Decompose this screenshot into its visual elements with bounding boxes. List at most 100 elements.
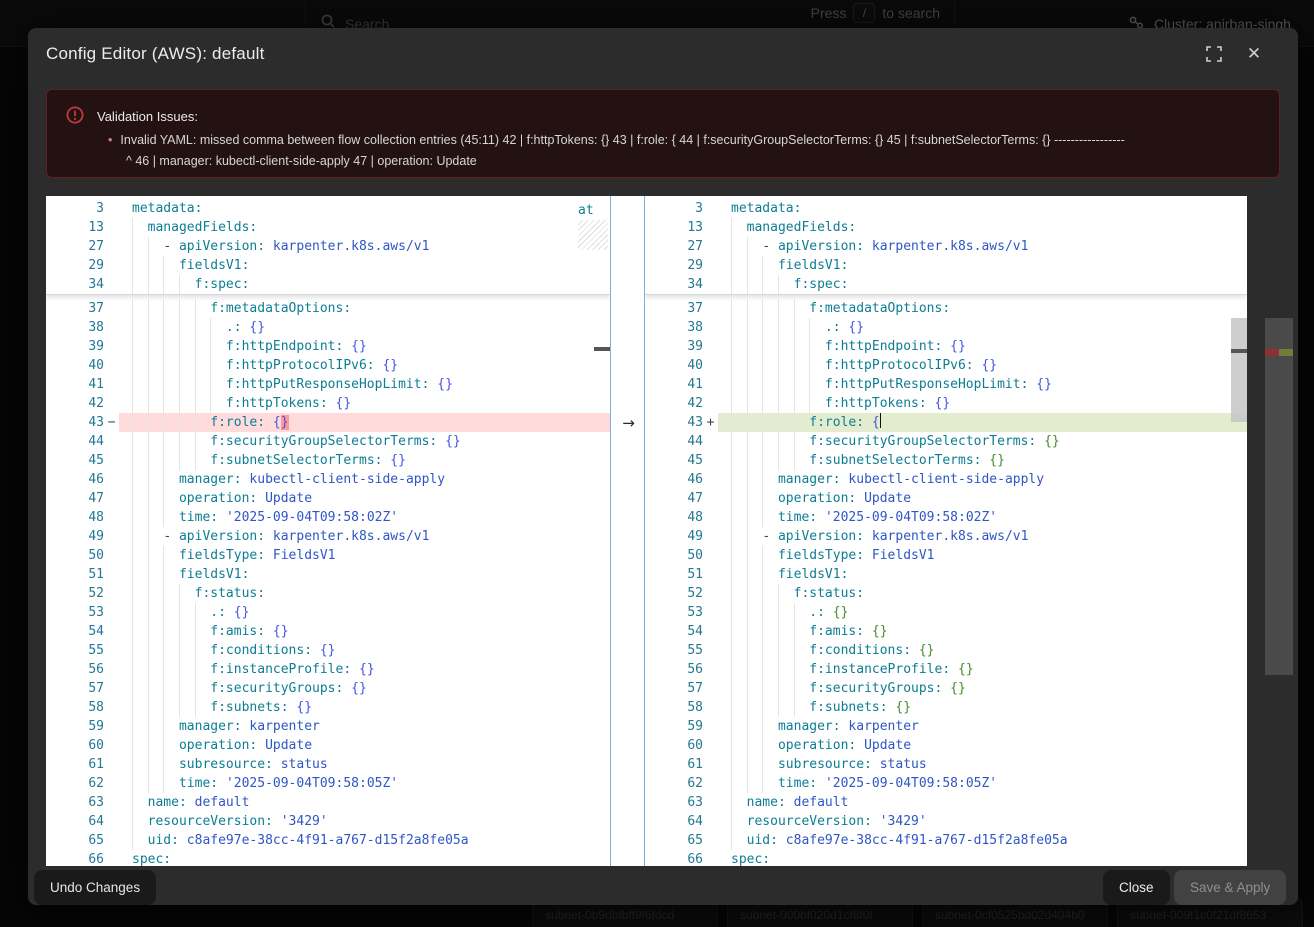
- revert-change-arrow[interactable]: →: [619, 413, 638, 432]
- overview-change-marker: [1231, 349, 1247, 353]
- indent-guide: [163, 413, 164, 432]
- indent-guide: [778, 356, 779, 375]
- indent-guide: [163, 256, 164, 275]
- indent-guide: [132, 218, 133, 237]
- indent-guide: [747, 470, 748, 489]
- right-editor-scrollbar[interactable]: [1231, 196, 1247, 866]
- left-editor-scrollbar[interactable]: [594, 196, 610, 866]
- code-line: 65 uid: c8afe97e-38cc-4f91-a767-d15f2a8f…: [46, 831, 610, 850]
- undo-changes-button[interactable]: Undo Changes: [34, 870, 156, 905]
- code-text: uid: c8afe97e-38cc-4f91-a767-d15f2a8fe05…: [718, 831, 1247, 850]
- diff-sign: [703, 432, 718, 451]
- indent-guide: [179, 299, 180, 318]
- diff-editor-modified[interactable]: 3metadata:13 managedFields:27 - apiVersi…: [645, 196, 1247, 866]
- yaml-value: kubectl-client-side-apply: [848, 472, 1044, 487]
- line-number: 38: [46, 318, 104, 337]
- indent-guide: [132, 679, 133, 698]
- yaml-value: '2025-09-04T09:58:02Z': [226, 510, 398, 525]
- indent-guide: [731, 603, 732, 622]
- code-line: 65 uid: c8afe97e-38cc-4f91-a767-d15f2a8f…: [645, 831, 1247, 850]
- indent-guide: [148, 432, 149, 451]
- yaml-value: Update: [864, 738, 911, 753]
- diff-sign: [703, 736, 718, 755]
- indent-guide: [778, 698, 779, 717]
- scrollbar-thumb[interactable]: [1231, 318, 1247, 422]
- indent-guide: [148, 337, 149, 356]
- diff-sign: [104, 831, 119, 850]
- diff-editor-original[interactable]: at 3metadata:13 managedFields:27 - apiVe…: [46, 196, 610, 866]
- indent-guide: [762, 470, 763, 489]
- yaml-key: f:securityGroupSelectorTerms:: [809, 434, 1036, 449]
- indent-guide: [148, 660, 149, 679]
- line-number: 52: [645, 584, 703, 603]
- indent-guide: [778, 375, 779, 394]
- diff-sign: [703, 603, 718, 622]
- warning-icon: [66, 106, 84, 129]
- code-line: 44 f:securityGroupSelectorTerms: {}: [46, 432, 610, 451]
- code-text: managedFields:: [718, 218, 1247, 237]
- diff-overview-ruler[interactable]: [1265, 196, 1293, 866]
- code-line: 40 f:httpProtocolIPv6: {}: [46, 356, 610, 375]
- indent-guide: [762, 318, 763, 337]
- diff-gutter-sash[interactable]: →: [610, 196, 645, 866]
- diff-sign: [703, 318, 718, 337]
- code-line: 47 operation: Update: [46, 489, 610, 508]
- indent-guide: [731, 489, 732, 508]
- code-text: f:amis: {}: [718, 622, 1247, 641]
- code-line: 59 manager: karpenter: [46, 717, 610, 736]
- line-number: 34: [645, 275, 703, 294]
- indent-guide: [794, 356, 795, 375]
- yaml-value: {}: [919, 643, 935, 658]
- diff-sign: [104, 199, 119, 218]
- indent-guide: [731, 831, 732, 850]
- indent-guide: [747, 237, 748, 256]
- diff-sign: [104, 812, 119, 831]
- indent-guide: [794, 394, 795, 413]
- line-number: 34: [46, 275, 104, 294]
- yaml-key: name:: [148, 795, 187, 810]
- indent-guide: [148, 774, 149, 793]
- yaml-key: fieldsV1:: [778, 258, 848, 273]
- expand-icon[interactable]: [1202, 42, 1226, 66]
- yaml-key: f:httpTokens:: [226, 396, 328, 411]
- line-number: 54: [645, 622, 703, 641]
- diff-sign: [104, 736, 119, 755]
- indent-guide: [132, 356, 133, 375]
- indent-guide: [163, 375, 164, 394]
- indent-guide: [179, 603, 180, 622]
- indent-guide: [179, 356, 180, 375]
- code-text: subresource: status: [119, 755, 610, 774]
- close-icon[interactable]: ✕: [1242, 42, 1266, 66]
- line-number: 51: [645, 565, 703, 584]
- indent-guide: [148, 603, 149, 622]
- collapsed-unchanged-region[interactable]: 3metadata:13 managedFields:27 - apiVersi…: [645, 196, 1247, 295]
- diff-sign: [104, 584, 119, 603]
- code-line: 38 .: {}: [645, 318, 1247, 337]
- yaml-value: karpenter.k8s.aws/v1: [872, 529, 1029, 544]
- indent-guide: [148, 736, 149, 755]
- code-line: 29 fieldsV1:: [46, 256, 610, 275]
- overview-viewport-slider[interactable]: [1265, 318, 1293, 675]
- diff-sign: [703, 356, 718, 375]
- code-line: 66spec:: [46, 850, 610, 866]
- yaml-value: status: [880, 757, 927, 772]
- collapsed-unchanged-region[interactable]: 3metadata:13 managedFields:27 - apiVersi…: [46, 196, 610, 295]
- indent-guide: [778, 603, 779, 622]
- close-button[interactable]: Close: [1103, 870, 1170, 905]
- line-number: 29: [645, 256, 703, 275]
- code-line: 3metadata:: [46, 199, 610, 218]
- code-text: f:subnetSelectorTerms: {}: [718, 451, 1247, 470]
- diff-sign: [703, 527, 718, 546]
- diff-sign: [703, 470, 718, 489]
- indent-guide: [747, 660, 748, 679]
- indent-guide: [163, 432, 164, 451]
- indent-guide: [163, 546, 164, 565]
- line-number: 63: [46, 793, 104, 812]
- indent-guide: [747, 565, 748, 584]
- yaml-value: {}: [895, 700, 911, 715]
- line-number: 61: [645, 755, 703, 774]
- indent-guide: [778, 622, 779, 641]
- line-number: 64: [46, 812, 104, 831]
- save-apply-button[interactable]: Save & Apply: [1174, 870, 1286, 905]
- indent-guide: [731, 413, 732, 432]
